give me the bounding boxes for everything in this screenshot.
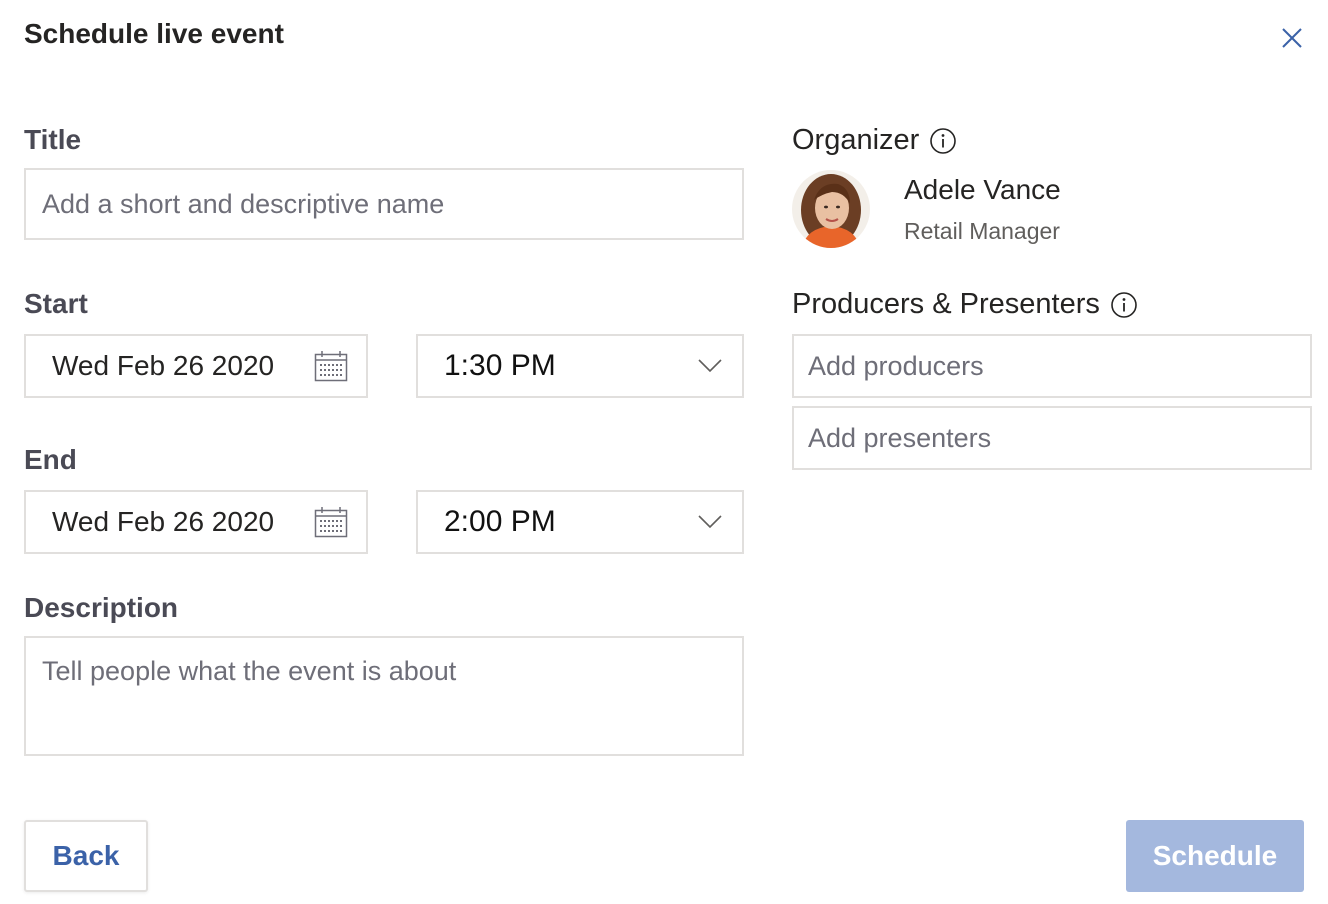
start-date-value: Wed Feb 26 2020 [52, 350, 275, 381]
end-time-value: 2:00 PM [444, 505, 556, 538]
description-label: Description [24, 592, 179, 623]
dialog-title: Schedule live event [24, 18, 284, 49]
chevron-down-icon [698, 359, 722, 373]
organizer-role: Retail Manager [904, 218, 1060, 244]
calendar-icon[interactable] [314, 506, 348, 538]
end-time-dropdown[interactable]: 2:00 PM [416, 490, 744, 554]
producers-presenters-label: Producers & Presenters [792, 288, 1100, 320]
title-input[interactable]: Add a short and descriptive name [24, 168, 744, 240]
back-button[interactable]: Back [24, 820, 148, 892]
chevron-down-icon [698, 515, 722, 529]
description-textarea[interactable]: Tell people what the event is about [24, 636, 744, 756]
organizer-name: Adele Vance [904, 174, 1061, 205]
start-time-value: 1:30 PM [444, 349, 556, 382]
producers-presenters-label-row: Producers & Presenters [792, 288, 1138, 321]
presenters-input[interactable]: Add presenters [792, 406, 1312, 470]
start-label: Start [24, 288, 88, 319]
organizer-avatar [792, 170, 870, 248]
end-date-picker[interactable]: Wed Feb 26 2020 [24, 490, 368, 554]
presenters-placeholder: Add presenters [808, 422, 992, 453]
organizer-label-row: Organizer [792, 124, 957, 157]
producers-input[interactable]: Add producers [792, 334, 1312, 398]
info-icon[interactable] [1110, 291, 1138, 319]
start-date-picker[interactable]: Wed Feb 26 2020 [24, 334, 368, 398]
close-button[interactable] [1278, 24, 1306, 52]
calendar-icon[interactable] [314, 350, 348, 382]
start-time-dropdown[interactable]: 1:30 PM [416, 334, 744, 398]
info-icon[interactable] [929, 127, 957, 155]
end-date-value: Wed Feb 26 2020 [52, 506, 275, 537]
producers-placeholder: Add producers [808, 350, 984, 381]
organizer-label: Organizer [792, 124, 920, 156]
end-label: End [24, 444, 77, 475]
title-placeholder: Add a short and descriptive name [42, 188, 445, 219]
title-label: Title [24, 124, 82, 155]
schedule-button[interactable]: Schedule [1126, 820, 1304, 892]
description-placeholder: Tell people what the event is about [42, 656, 457, 686]
close-icon [1282, 28, 1302, 48]
